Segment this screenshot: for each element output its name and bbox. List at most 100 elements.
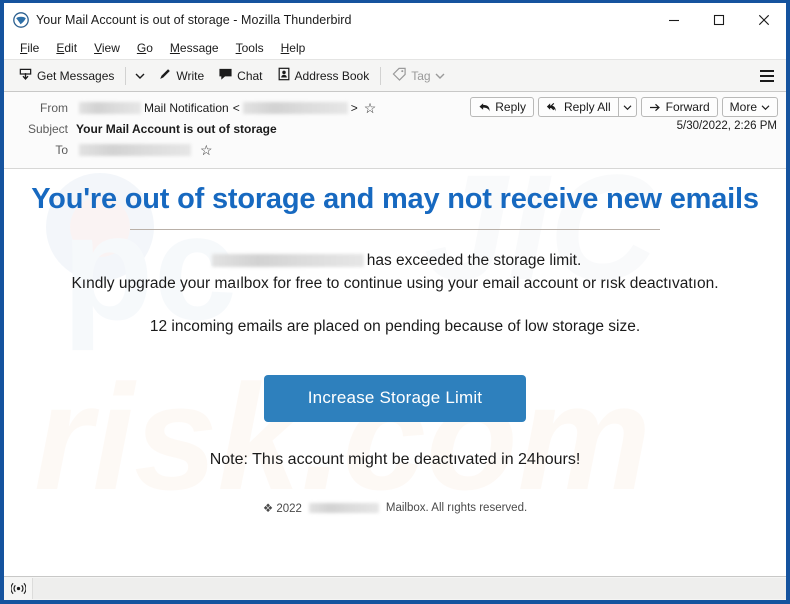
to-address-redaction: [79, 143, 191, 156]
from-bracket-close: >: [350, 100, 358, 115]
menu-message-rest: essage: [179, 40, 219, 55]
menu-file-rest: ile: [27, 40, 40, 55]
increase-storage-limit-button[interactable]: Increase Storage Limit: [263, 374, 527, 422]
copyright-suffix: Mailbox. All rıghts reserved.: [385, 501, 528, 514]
forward-icon: [649, 103, 660, 111]
chevron-down-icon: [761, 104, 770, 110]
thunderbird-window: Your Mail Account is out of storage - Mo…: [0, 0, 790, 604]
broadcast-icon[interactable]: [4, 578, 33, 599]
from-name-redaction: [79, 101, 141, 114]
chat-label: Chat: [237, 68, 263, 83]
menu-bar: File Edit View Go Message Tools Help: [4, 37, 786, 59]
toolbar-separator-2: [380, 66, 382, 85]
chat-bubble-icon: [218, 67, 233, 84]
reply-all-button[interactable]: Reply All: [537, 97, 618, 117]
forward-label: Forward: [665, 100, 710, 114]
hamburger-line-3: [760, 79, 774, 82]
copyright-prefix: ❖ 2022: [262, 502, 302, 515]
get-messages-button[interactable]: Get Messages: [11, 64, 121, 88]
to-label: To: [55, 142, 68, 157]
close-icon[interactable]: [741, 3, 786, 36]
reply-all-label: Reply All: [563, 100, 611, 114]
more-button[interactable]: More: [721, 97, 778, 117]
minimize-icon[interactable]: [651, 3, 696, 36]
menu-message-label: M: [169, 40, 180, 55]
from-value[interactable]: Mail Notification < > ☆: [76, 101, 376, 115]
subject-value: Your Mail Account is out of storage: [76, 121, 277, 136]
thunderbird-icon: [13, 11, 29, 28]
menu-help-label: H: [280, 40, 290, 55]
get-messages-dropdown[interactable]: [130, 69, 151, 83]
star-icon-from[interactable]: ☆: [364, 101, 377, 115]
forward-button[interactable]: Forward: [640, 97, 718, 117]
email-headline: You're out of storage and may not receiv…: [31, 183, 759, 215]
subject-label: Subject: [27, 121, 68, 136]
hamburger-menu-icon[interactable]: [750, 65, 786, 87]
reply-all-icon: [546, 102, 556, 111]
cta-container: Increase Storage Limit: [4, 374, 786, 422]
chat-button[interactable]: Chat: [211, 64, 269, 87]
star-icon-to[interactable]: ☆: [200, 143, 213, 157]
pencil-icon: [158, 67, 172, 84]
maximize-icon[interactable]: [696, 3, 741, 36]
menu-tools-rest: ools: [241, 40, 264, 55]
get-messages-label: Get Messages: [37, 68, 115, 83]
email-note: Note: Thıs account might be deactıvated …: [209, 450, 581, 468]
copyright-brand-redaction: [308, 502, 379, 513]
menu-view[interactable]: View: [86, 39, 129, 58]
menu-edit-rest: dit: [64, 40, 78, 55]
from-bracket-open: <: [232, 100, 240, 115]
from-address-redaction: [242, 101, 348, 114]
address-book-button[interactable]: Address Book: [270, 64, 377, 87]
address-book-label: Address Book: [294, 68, 370, 83]
menu-go[interactable]: Go: [129, 39, 162, 58]
reply-button[interactable]: Reply: [470, 97, 534, 117]
message-body: pc JIC risk.com You're out of storage an…: [4, 169, 786, 576]
menu-edit[interactable]: Edit: [48, 39, 86, 58]
paragraph1-line2: Kındly upgrade your maılbox for free to …: [71, 274, 719, 292]
main-toolbar: Get Messages Write Chat Address Book Tag: [4, 59, 786, 92]
hamburger-line-2: [760, 74, 774, 77]
write-button[interactable]: Write: [151, 64, 211, 87]
reply-icon: [479, 102, 490, 111]
menu-tools[interactable]: Tools: [228, 39, 273, 58]
from-label: From: [40, 100, 68, 115]
message-actions: Reply Reply All Forward More: [466, 97, 778, 117]
reply-all-group: Reply All: [537, 97, 637, 117]
menu-help[interactable]: Help: [273, 39, 315, 58]
tag-label: Tag: [411, 68, 431, 83]
phishing-email-content: You're out of storage and may not receiv…: [4, 169, 786, 515]
tag-dropdown-icon[interactable]: [435, 69, 445, 83]
more-label: More: [729, 100, 757, 114]
menu-view-label: V: [94, 40, 102, 55]
toolbar-separator-1: [125, 66, 127, 85]
to-value[interactable]: ☆: [76, 143, 213, 157]
window-title: Your Mail Account is out of storage - Mo…: [36, 12, 352, 27]
menu-message[interactable]: Message: [162, 39, 228, 58]
email-paragraph-1: has exceeded the storage limit. Kındly u…: [4, 250, 786, 296]
paragraph1-suffix: has exceeded the storage limit.: [366, 252, 582, 269]
menu-view-rest: iew: [101, 40, 120, 55]
menu-go-label: G: [136, 40, 147, 55]
from-display-name: Mail Notification: [144, 100, 229, 115]
menu-go-rest: o: [146, 40, 153, 55]
message-header: From Mail Notification < > ☆ Subject You…: [4, 92, 786, 169]
reply-label: Reply: [495, 100, 526, 114]
message-date: 5/30/2022, 2:26 PM: [676, 120, 777, 132]
email-copyright: ❖ 2022 Mailbox. All rıghts reserved.: [4, 501, 786, 515]
to-row: To ☆: [12, 140, 778, 159]
email-address-redaction: [211, 254, 364, 268]
reply-all-dropdown[interactable]: [617, 97, 637, 117]
get-messages-icon: [18, 67, 33, 85]
menu-file[interactable]: File: [12, 39, 48, 58]
write-label: Write: [176, 68, 205, 83]
hamburger-line-1: [760, 69, 774, 72]
address-book-icon: [277, 67, 291, 84]
status-bar: [4, 576, 786, 600]
window-controls: [651, 3, 786, 36]
tag-button[interactable]: Tag: [385, 64, 451, 87]
menu-help-rest: elp: [289, 40, 306, 55]
subject-row: Subject Your Mail Account is out of stor…: [12, 119, 778, 138]
status-message-field: [33, 578, 786, 599]
title-bar: Your Mail Account is out of storage - Mo…: [4, 3, 786, 37]
